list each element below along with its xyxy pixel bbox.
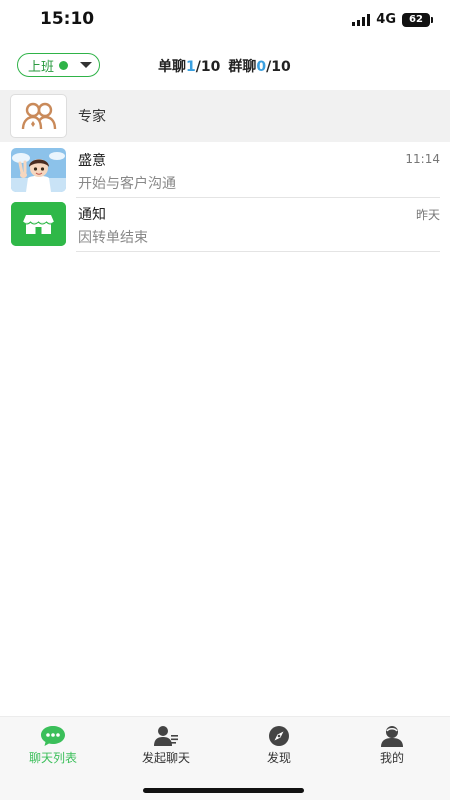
chat-name: 盛意 xyxy=(78,153,106,169)
chat-time: 昨天 xyxy=(415,208,440,222)
group-chat-max: /10 xyxy=(266,59,291,75)
work-status-label: 上班 xyxy=(28,59,55,75)
chat-bubble-icon xyxy=(41,726,65,746)
single-chat-max: /10 xyxy=(195,59,221,75)
chat-preview: 开始与客户沟通 xyxy=(78,176,176,192)
tab-label: 发现 xyxy=(266,751,291,765)
group-chat-label: 群聊 xyxy=(228,59,257,75)
chat-name: 通知 xyxy=(78,207,106,223)
tab-start-chat[interactable]: 发起聊天 xyxy=(116,725,216,771)
home-indicator xyxy=(143,788,304,793)
chat-preview: 因转单结束 xyxy=(78,230,148,246)
status-time: 15:10 xyxy=(40,9,95,29)
expert-group-row[interactable]: 专家 xyxy=(0,90,450,142)
single-chat-current: 1 xyxy=(186,59,196,75)
signal-icon xyxy=(352,13,371,26)
group-chat-current: 0 xyxy=(256,59,267,75)
divider xyxy=(76,251,440,252)
profile-icon xyxy=(381,726,403,747)
tab-discover[interactable]: 发现 xyxy=(229,725,329,771)
people-icon xyxy=(10,94,67,138)
header: 上班 单聊1/10 群聊0/10 xyxy=(0,48,450,82)
tab-label: 聊天列表 xyxy=(28,751,77,765)
add-contact-icon xyxy=(154,726,178,746)
store-icon xyxy=(11,202,66,246)
expert-group-label: 专家 xyxy=(78,109,106,125)
tab-chat-list[interactable]: 聊天列表 xyxy=(3,725,103,771)
battery-icon: 62 xyxy=(402,12,433,27)
compass-icon xyxy=(269,726,289,746)
single-chat-label: 单聊 xyxy=(158,59,186,75)
chat-counters: 单聊1/10 群聊0/10 xyxy=(158,56,291,76)
status-indicators: 4G 62 xyxy=(352,12,433,27)
chat-time: 11:14 xyxy=(405,152,440,166)
chat-list-item[interactable]: 盛意 开始与客户沟通 11:14 xyxy=(0,144,450,198)
tab-profile[interactable]: 我的 xyxy=(342,725,442,771)
status-bar: 15:10 4G 62 xyxy=(0,0,450,40)
tab-label: 发起聊天 xyxy=(141,751,190,765)
network-label: 4G xyxy=(376,12,396,27)
chat-list-item[interactable]: 通知 因转单结束 昨天 xyxy=(0,198,450,252)
tab-label: 我的 xyxy=(379,751,404,765)
user-photo-avatar xyxy=(11,148,66,192)
chevron-down-icon xyxy=(80,62,93,68)
work-status-dropdown[interactable]: 上班 xyxy=(17,53,100,77)
online-dot-icon xyxy=(59,60,69,70)
